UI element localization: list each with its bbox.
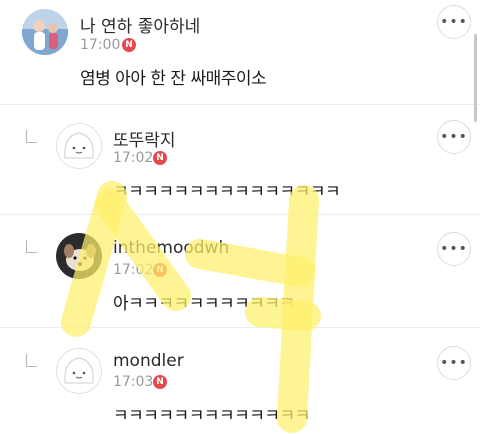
comment-text: ㅋㅋㅋㅋㅋㅋㅋㅋㅋㅋㅋㅋㅋㅋㅋ <box>113 182 341 202</box>
avatar[interactable] <box>56 123 102 169</box>
avatar[interactable] <box>56 233 102 279</box>
comment-timestamp: 17:02 <box>113 262 154 278</box>
avatar[interactable] <box>56 348 102 394</box>
comment-item: inthemoodwh 17:02 N 아ㅋㅋㅋㅋㅋㅋㅋㅋㅋㅋㅋ ••• <box>0 215 480 327</box>
more-options-button[interactable]: ••• <box>437 346 471 380</box>
new-badge: N <box>122 38 136 52</box>
comment-text: 염병 아아 한 잔 싸매주이소 <box>80 69 267 89</box>
comment-author[interactable]: 또뚜락지 <box>113 126 176 151</box>
comment-timestamp: 17:03 <box>113 374 154 390</box>
comment-text: 아ㅋㅋㅋㅋㅋㅋㅋㅋㅋㅋㅋ <box>113 294 295 314</box>
comment-item: mondler 17:03 N ㅋㅋㅋㅋㅋㅋㅋㅋㅋㅋㅋㅋㅋ ••• <box>0 328 480 434</box>
comment-item: 나 연하 좋아하네 17:00 N 염병 아아 한 잔 싸매주이소 ••• <box>0 0 480 112</box>
more-options-button[interactable]: ••• <box>437 232 471 266</box>
new-badge: N <box>153 375 167 389</box>
profile-photo-icon <box>22 9 68 55</box>
scrollbar[interactable] <box>474 34 477 122</box>
reply-arrow-icon <box>26 354 37 367</box>
comment-timestamp: 17:00 <box>80 37 121 53</box>
comment-item: 또뚜락지 17:02 N ㅋㅋㅋㅋㅋㅋㅋㅋㅋㅋㅋㅋㅋㅋㅋ ••• <box>0 105 480 215</box>
comment-timestamp: 17:02 <box>113 150 154 166</box>
new-badge: N <box>153 151 167 165</box>
more-options-button[interactable]: ••• <box>437 5 471 39</box>
more-options-button[interactable]: ••• <box>437 120 471 154</box>
new-badge: N <box>153 263 167 277</box>
reply-arrow-icon <box>26 130 37 143</box>
default-face-icon <box>64 357 94 384</box>
default-face-icon <box>64 132 94 159</box>
comment-author[interactable]: 나 연하 좋아하네 <box>80 12 200 37</box>
comment-author[interactable]: inthemoodwh <box>113 238 229 258</box>
reply-arrow-icon <box>26 240 37 253</box>
avatar[interactable] <box>22 9 68 55</box>
comment-text: ㅋㅋㅋㅋㅋㅋㅋㅋㅋㅋㅋㅋㅋ <box>113 406 310 426</box>
comment-author[interactable]: mondler <box>113 351 184 371</box>
dog-photo-icon <box>56 233 102 279</box>
